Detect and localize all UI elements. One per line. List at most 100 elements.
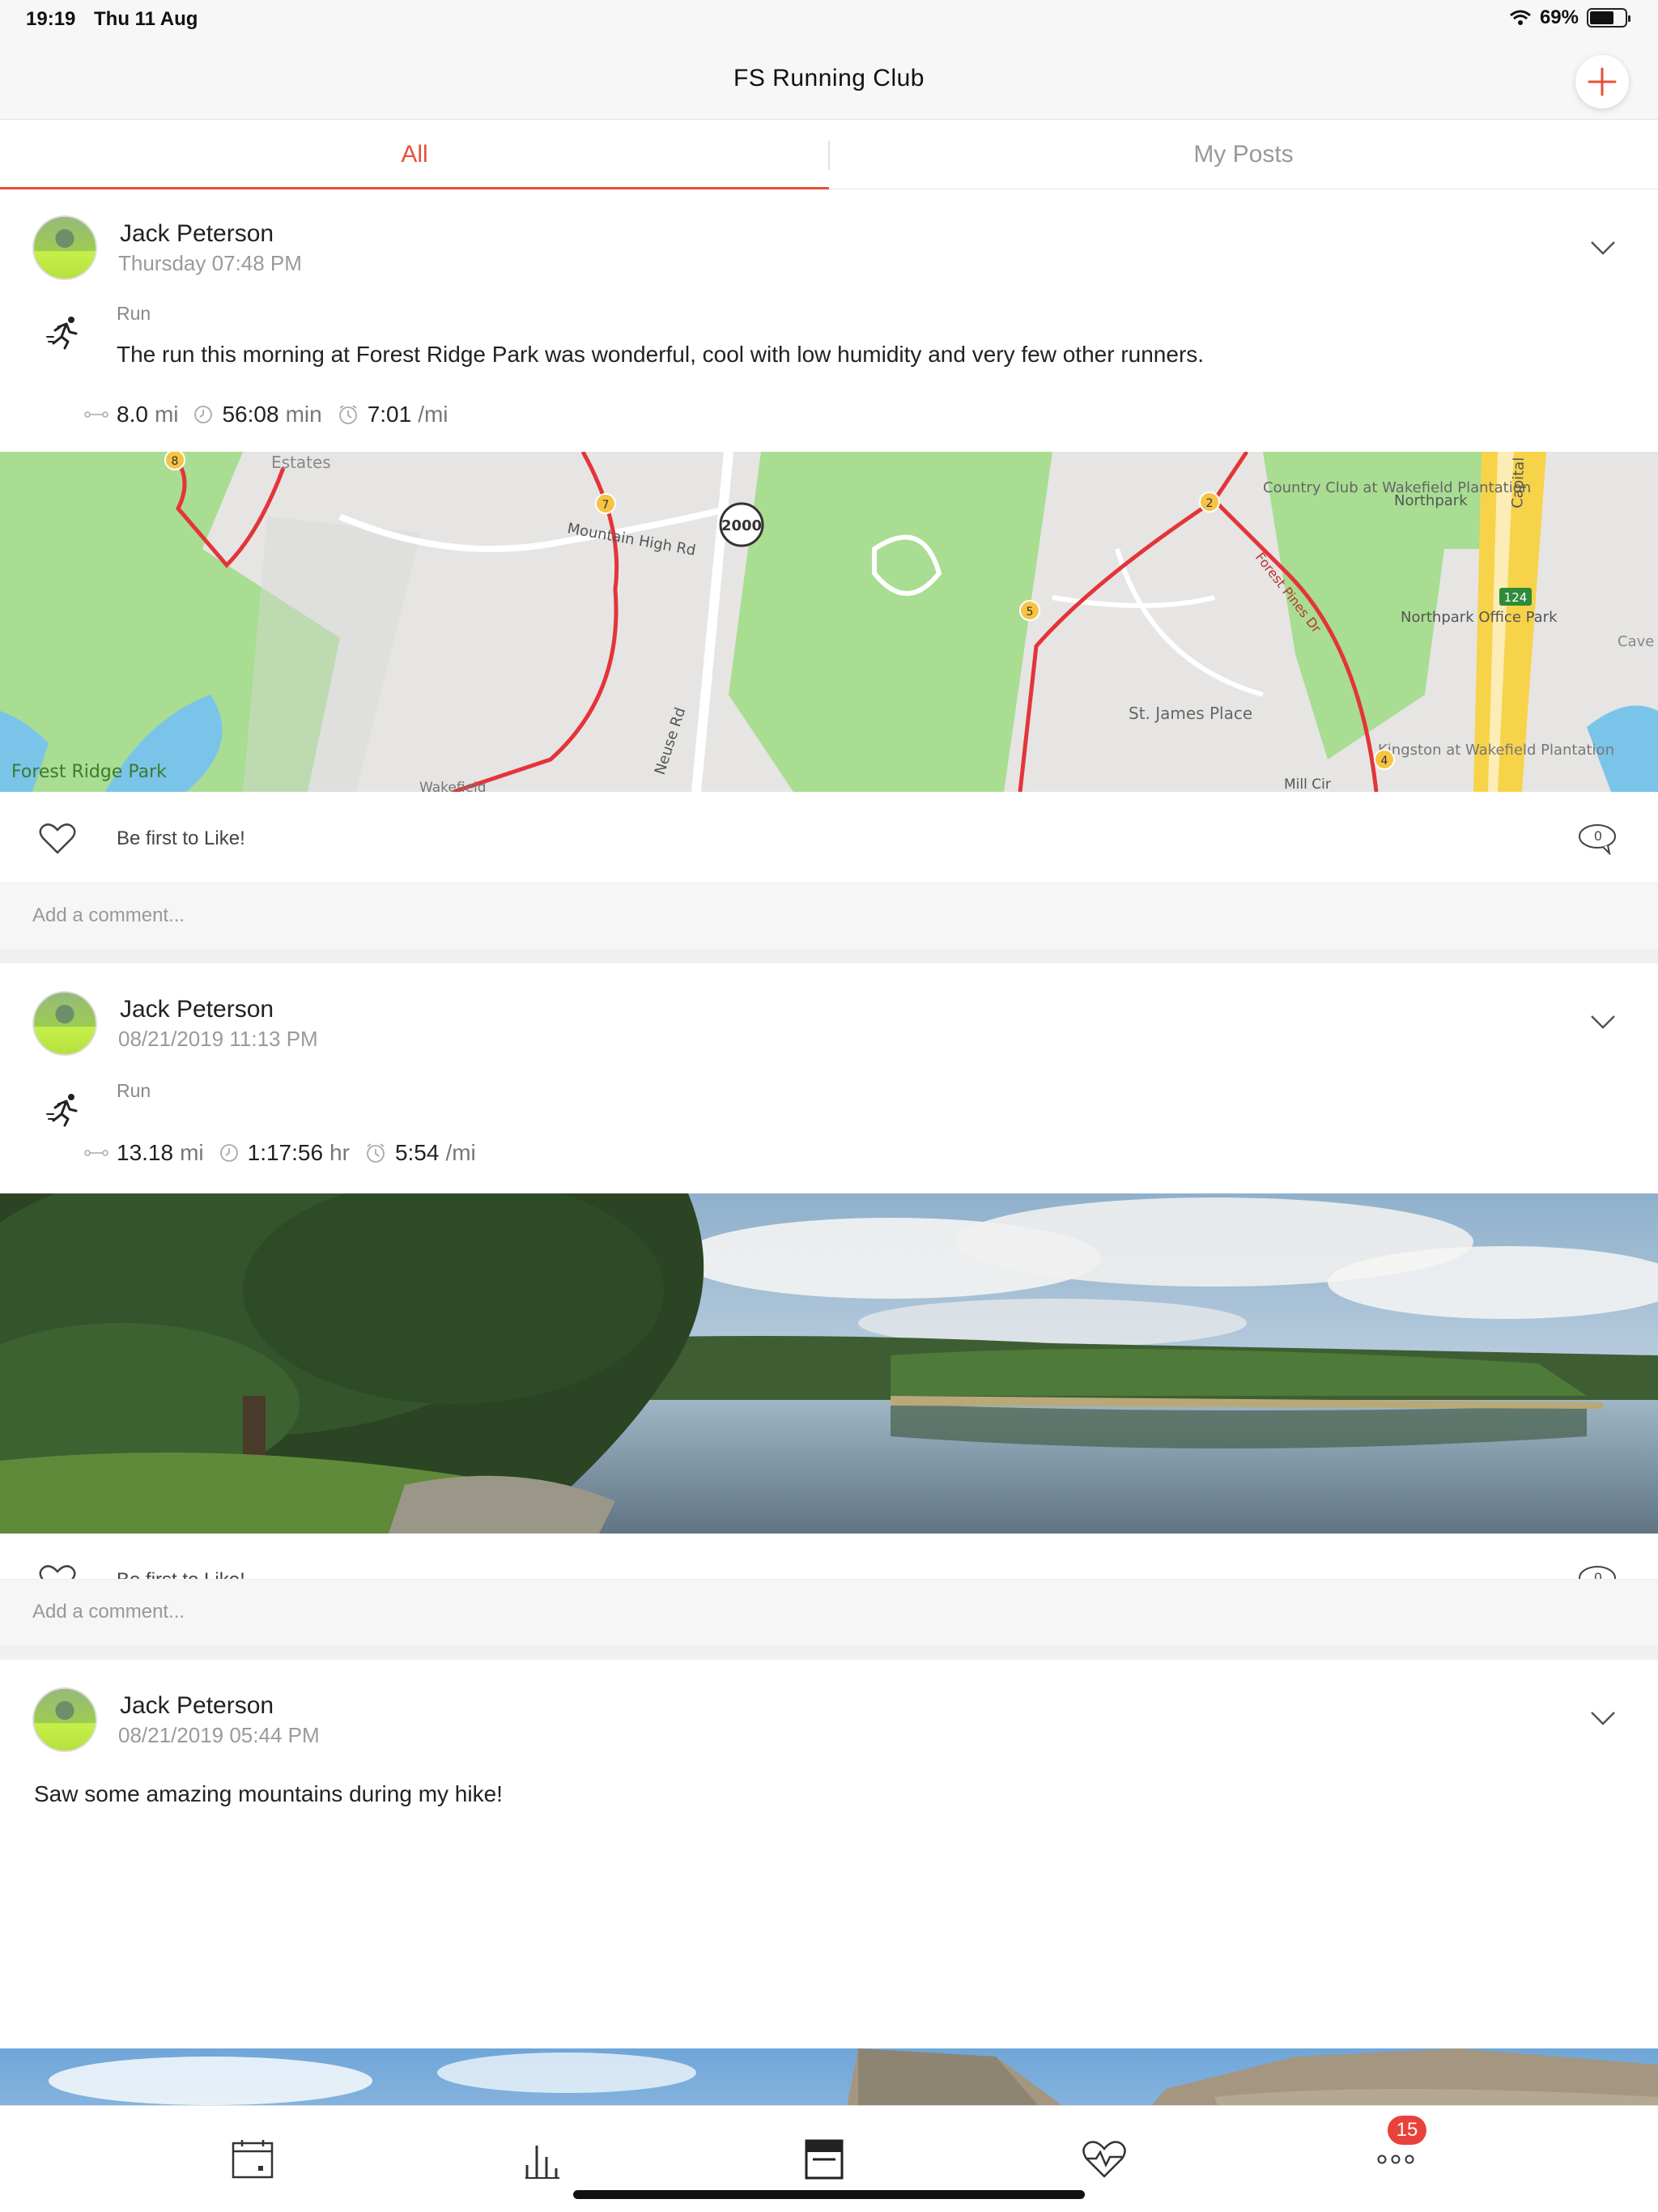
svg-text:7: 7: [602, 499, 610, 512]
battery-percent: 69%: [1539, 6, 1579, 28]
chevron-down-icon[interactable]: [1590, 1710, 1616, 1726]
stat-distance: 13.18 mi: [84, 1140, 204, 1166]
svg-text:8: 8: [172, 455, 179, 468]
post-card: Jack Peterson 08/21/2019 05:44 PM Saw so…: [0, 1660, 1658, 2105]
tab-all[interactable]: All: [0, 120, 829, 189]
comment-count: 0: [1594, 828, 1602, 844]
tab-my-posts[interactable]: My Posts: [829, 120, 1658, 189]
post-author[interactable]: Jack Peterson: [120, 996, 274, 1023]
map-label-mill-cir: Mill Cir: [1284, 776, 1331, 792]
wifi-icon: [1509, 10, 1531, 25]
tab-calendar[interactable]: [228, 2135, 277, 2184]
tab-statistics[interactable]: [518, 2135, 567, 2184]
stat-distance: 8.0 mi: [84, 402, 178, 428]
map-label-st-james: St. James Place: [1129, 704, 1252, 723]
comment-placeholder: Add a comment...: [32, 904, 185, 926]
activity-type: Run: [117, 1080, 151, 1101]
stat-value: 7:01: [367, 402, 412, 427]
comment-placeholder: Add a comment...: [32, 1601, 185, 1623]
run-icon: [46, 1094, 78, 1127]
calendar-icon: [232, 2140, 274, 2179]
stat-unit: mi: [154, 402, 179, 427]
chevron-down-icon[interactable]: [1590, 240, 1616, 256]
distance-icon: [84, 411, 108, 418]
stat-unit: /mi: [418, 402, 449, 427]
post-card: Jack Peterson Thursday 07:48 PM Run The …: [0, 189, 1658, 949]
stat-value: 8.0: [117, 402, 148, 427]
pace-icon: [338, 405, 357, 424]
map-label-wakefield: Wakefield: [419, 780, 487, 792]
map-marker: 7: [595, 493, 616, 514]
avatar[interactable]: [32, 1687, 97, 1752]
post-text: The run this morning at Forest Ridge Par…: [117, 342, 1205, 367]
stat-value: 13.18: [117, 1140, 174, 1165]
post-time: 08/21/2019 05:44 PM: [118, 1723, 320, 1747]
comment-input[interactable]: Add a comment...: [0, 883, 1658, 949]
post-actions: Be first to Like! 0: [0, 792, 1658, 883]
add-post-button[interactable]: [1575, 55, 1629, 108]
stat-pace: 7:01 /mi: [337, 402, 449, 428]
map-label-road-number: 2000: [721, 517, 762, 534]
stat-unit: min: [285, 402, 322, 427]
map-label-cave: Cave: [1618, 633, 1654, 650]
avatar[interactable]: [32, 215, 97, 280]
clock-icon: [219, 1144, 238, 1162]
map-marker: 8: [164, 452, 185, 470]
stat-pace: 5:54 /mi: [364, 1140, 476, 1166]
distance-icon: [84, 1150, 108, 1156]
comment-input[interactable]: Add a comment...: [0, 1579, 1658, 1645]
map-label-estates: Estates: [271, 453, 331, 472]
feed-icon: [805, 2139, 844, 2180]
battery-icon: [1587, 8, 1630, 28]
tab-health[interactable]: [1080, 2135, 1129, 2184]
stat-value: 5:54: [394, 1140, 440, 1165]
map-graphic: 2000 Forest Ridge Park Estates Mountain …: [0, 452, 1658, 792]
activity-type: Run: [117, 303, 151, 324]
heart-rate-icon: [1082, 2141, 1126, 2178]
post-author[interactable]: Jack Peterson: [120, 1692, 274, 1720]
like-prompt[interactable]: Be first to Like!: [117, 827, 245, 850]
stat-duration: 1:17:56 hr: [219, 1140, 350, 1166]
svg-text:5: 5: [1027, 606, 1034, 619]
stat-value: 56:08: [222, 402, 279, 427]
run-icon: [46, 317, 78, 350]
post-author[interactable]: Jack Peterson: [120, 220, 274, 248]
mountain-photo: [0, 2048, 1658, 2105]
status-time: 19:19: [26, 8, 76, 30]
tab-divider: [828, 141, 830, 170]
post-card: Jack Peterson 08/21/2019 11:13 PM Run 13…: [0, 963, 1658, 1645]
post-text: Saw some amazing mountains during my hik…: [34, 1781, 503, 1806]
post-time: 08/21/2019 11:13 PM: [118, 1027, 318, 1051]
page-title: FS Running Club: [733, 65, 925, 91]
feed-list[interactable]: Jack Peterson Thursday 07:48 PM Run The …: [0, 189, 1658, 2105]
status-right: 69%: [1509, 6, 1630, 29]
chevron-down-icon[interactable]: [1590, 1014, 1616, 1030]
route-map[interactable]: 2000 Forest Ridge Park Estates Mountain …: [0, 452, 1658, 792]
stat-unit: mi: [180, 1140, 204, 1165]
stats-bars-icon: [525, 2146, 559, 2179]
post-photo[interactable]: [0, 2048, 1658, 2105]
map-marker: 5: [1019, 600, 1040, 621]
tab-feed[interactable]: [800, 2135, 848, 2184]
plus-icon: [1588, 67, 1617, 96]
avatar[interactable]: [32, 991, 97, 1056]
map-label-park: Forest Ridge Park: [11, 762, 167, 782]
heart-icon[interactable]: [39, 823, 76, 855]
map-label-capital: Capital: [1509, 457, 1528, 508]
home-indicator[interactable]: [573, 2190, 1085, 2199]
map-marker: 4: [1374, 749, 1395, 770]
activity-stats: 8.0 mi 56:08 min 7:01 /mi: [84, 402, 463, 428]
post-photo[interactable]: [0, 1193, 1658, 1534]
svg-text:4: 4: [1381, 755, 1388, 768]
map-marker: 2: [1199, 491, 1220, 513]
clock-icon: [194, 406, 213, 423]
nav-bar: FS Running Club: [0, 39, 1658, 120]
map-label-route: 124: [1504, 590, 1528, 605]
stat-unit: /mi: [445, 1140, 476, 1165]
stat-unit: hr: [329, 1140, 350, 1165]
activity-stats: 13.18 mi 1:17:56 hr 5:54 /mi: [84, 1140, 491, 1166]
post-time: Thursday 07:48 PM: [118, 251, 302, 275]
stat-value: 1:17:56: [247, 1140, 324, 1165]
status-date: Thu 11 Aug: [94, 8, 198, 30]
stat-duration: 56:08 min: [193, 402, 322, 428]
